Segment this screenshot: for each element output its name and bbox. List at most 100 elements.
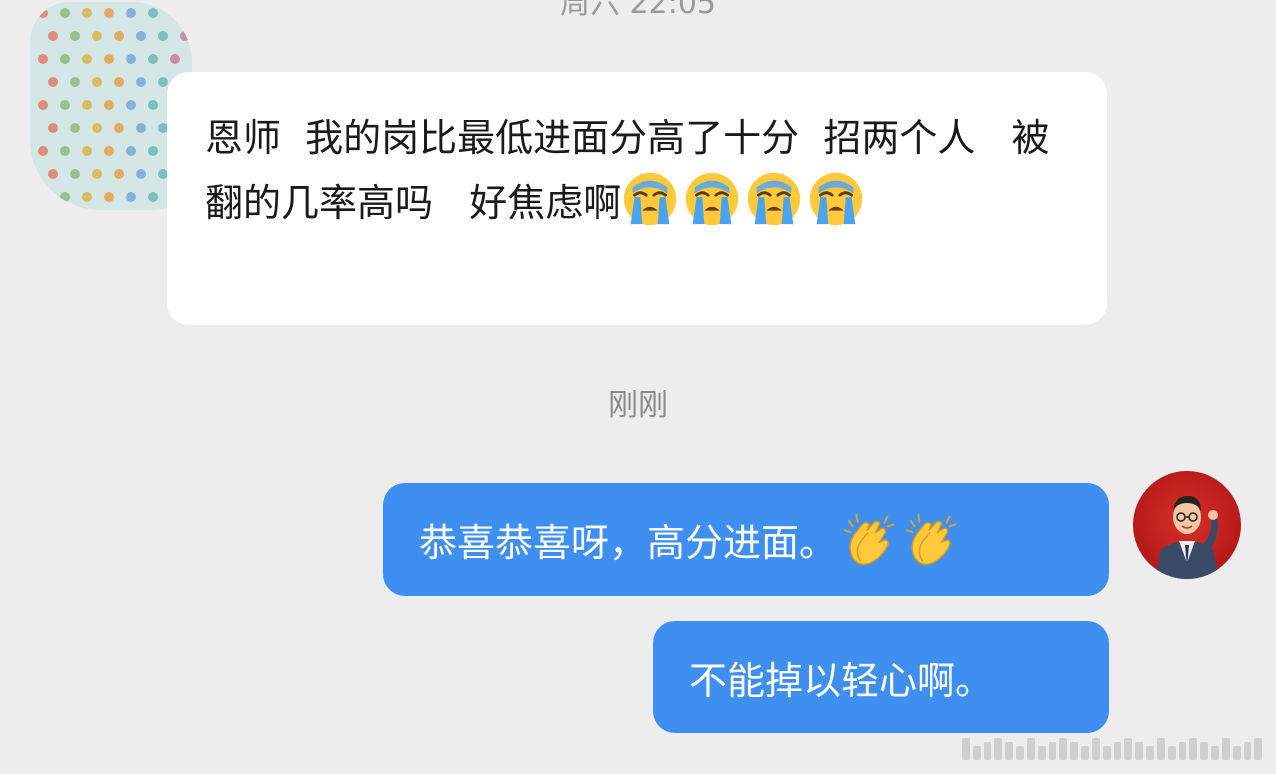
- avatar-dot: [158, 77, 168, 87]
- avatar-dot: [82, 100, 92, 110]
- avatar-dot: [70, 169, 80, 179]
- clapping-hands-icon: [905, 513, 957, 565]
- watermark-bar: [972, 746, 981, 760]
- outgoing-emoji-row: [841, 511, 965, 569]
- watermark: [962, 736, 1263, 760]
- avatar-dot: [92, 77, 102, 87]
- timestamp-just-now: 刚刚: [608, 388, 668, 423]
- avatar-dot: [136, 123, 146, 133]
- watermark-bar: [1113, 742, 1122, 760]
- avatar-dot: [92, 169, 102, 179]
- outgoing-message-text: 不能掉以轻心啊。: [689, 658, 994, 703]
- avatar-dot: [60, 192, 70, 202]
- watermark-bar: [1211, 746, 1219, 760]
- avatar-dot: [148, 192, 158, 202]
- crying-face-icon: [810, 172, 863, 226]
- avatar-dot: [114, 123, 124, 133]
- avatar-dot: [114, 169, 124, 179]
- avatar-dot: [148, 54, 158, 64]
- avatar-dot: [48, 77, 58, 87]
- avatar-dot: [48, 31, 58, 41]
- avatar-dot: [114, 77, 124, 87]
- user-avatar[interactable]: [1133, 471, 1241, 579]
- outgoing-message-text: 恭喜恭喜呀，高分进面。: [419, 521, 838, 565]
- incoming-message-bubble[interactable]: 恩师 我的岗比最低进面分高了十分 招两个人 被翻的几率高吗 好焦虑啊: [167, 72, 1107, 325]
- avatar-dot: [126, 54, 136, 64]
- avatar-dot: [170, 54, 180, 64]
- watermark-bar: [1189, 738, 1198, 760]
- avatar-dot: [60, 54, 70, 64]
- watermark-bar: [962, 738, 970, 760]
- watermark-bar: [1135, 742, 1144, 760]
- avatar-dot: [70, 77, 80, 87]
- avatar-dot: [136, 169, 146, 179]
- watermark-bar: [1091, 738, 1100, 760]
- watermark-bar: [983, 742, 992, 760]
- avatar-dot: [148, 146, 158, 156]
- avatar-dot: [38, 54, 48, 64]
- avatar-dot: [104, 54, 114, 64]
- chat-view: 周六 22:05 恩师 我的岗比最低进面分高了十分 招两个人 被翻的几率高吗 好…: [0, 0, 1276, 774]
- clapping-hands-icon: [843, 513, 895, 565]
- watermark-bar: [1026, 738, 1035, 760]
- avatar-dot: [148, 8, 158, 18]
- avatar-dot: [114, 31, 124, 41]
- avatar-dot: [126, 192, 136, 202]
- watermark-bar: [1070, 742, 1079, 760]
- crying-face-icon: [748, 172, 801, 226]
- watermark-bar: [1124, 738, 1133, 760]
- watermark-bar: [1156, 738, 1165, 760]
- avatar-dot: [126, 8, 136, 18]
- avatar-dot: [60, 146, 70, 156]
- watermark-bar: [1178, 742, 1187, 760]
- timestamp-top: 周六 22:05: [560, 0, 716, 21]
- avatar-dot: [180, 31, 190, 41]
- watermark-bar: [1167, 746, 1176, 760]
- avatar-dot: [170, 8, 180, 18]
- avatar-dot: [92, 123, 102, 133]
- avatar-dot: [60, 8, 70, 18]
- avatar-dot: [148, 100, 158, 110]
- avatar-dot: [70, 31, 80, 41]
- avatar-dot: [104, 146, 114, 156]
- avatar-dot: [38, 146, 48, 156]
- avatar-dot: [82, 146, 92, 156]
- watermark-bar: [1243, 742, 1252, 760]
- avatar-dot: [38, 8, 48, 18]
- avatar-dot: [48, 169, 58, 179]
- incoming-emoji-row: [621, 172, 869, 226]
- watermark-bar: [1232, 746, 1241, 760]
- person-avatar-icon: [1155, 495, 1219, 579]
- avatar-dot: [60, 100, 70, 110]
- watermark-bar: [1048, 742, 1057, 760]
- avatar-dot: [48, 123, 58, 133]
- watermark-bar: [1200, 742, 1209, 760]
- avatar-dot: [70, 123, 80, 133]
- avatar-dot: [92, 31, 102, 41]
- crying-face-icon: [624, 172, 677, 226]
- watermark-bar: [1146, 746, 1154, 760]
- outgoing-message-bubble[interactable]: 不能掉以轻心啊。: [653, 621, 1109, 733]
- watermark-bar: [1016, 746, 1024, 760]
- avatar-dot: [82, 8, 92, 18]
- watermark-bar: [1081, 746, 1089, 760]
- avatar-dot: [136, 31, 146, 41]
- watermark-bar: [1254, 738, 1263, 760]
- outgoing-message-bubble[interactable]: 恭喜恭喜呀，高分进面。: [383, 483, 1109, 596]
- avatar-dot: [136, 77, 146, 87]
- avatar-dot: [104, 100, 114, 110]
- avatar-dot: [82, 54, 92, 64]
- avatar-dot: [104, 192, 114, 202]
- watermark-bar: [1059, 738, 1068, 760]
- avatar-dot: [104, 8, 114, 18]
- crying-face-icon: [686, 172, 739, 226]
- watermark-bar: [1102, 746, 1111, 760]
- avatar-dot: [158, 31, 168, 41]
- watermark-bar: [994, 738, 1003, 760]
- watermark-bar: [1221, 738, 1230, 760]
- avatar-dot: [82, 192, 92, 202]
- avatar-dot: [38, 100, 48, 110]
- watermark-bar: [1005, 742, 1014, 760]
- avatar-dot: [126, 100, 136, 110]
- avatar-dot: [126, 146, 136, 156]
